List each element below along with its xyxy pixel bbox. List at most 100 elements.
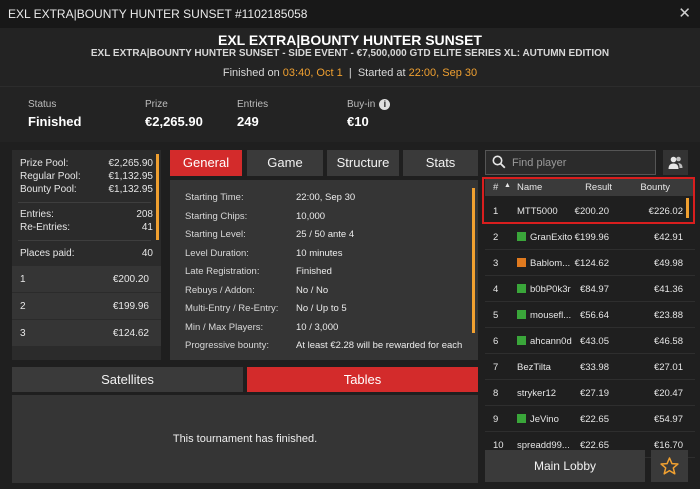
main-lobby-button[interactable]: Main Lobby: [485, 450, 645, 482]
result-bounty: €46.58: [653, 336, 683, 347]
detail-row: Starting Time: 22:00, Sep 30: [185, 192, 465, 203]
tab-tables[interactable]: Tables: [247, 367, 478, 392]
entries-value: 249: [237, 114, 259, 129]
finished-message: This tournament has finished.: [172, 433, 318, 445]
details-scrollbar[interactable]: [472, 188, 475, 333]
entries-row-label: Entries:: [20, 209, 54, 220]
window-title: EXL EXTRA|BOUNTY HUNTER SUNSET #11021850…: [8, 7, 308, 21]
detail-row: Rebuys / Addon: No / No: [185, 285, 465, 296]
player-flag-icon: [517, 336, 526, 345]
places-paid-label: Places paid:: [20, 248, 75, 259]
bounty-pool-label: Bounty Pool:: [20, 184, 77, 195]
result-rank: 7: [493, 362, 499, 373]
result-row[interactable]: 5 mousefl... €56.64 €23.88: [485, 302, 695, 328]
payout-amount: €199.96: [112, 301, 149, 312]
tournament-title: EXL EXTRA|BOUNTY HUNTER SUNSET: [218, 32, 482, 48]
prize-stat: Prize €2,265.90: [145, 99, 203, 129]
title-bar: EXL EXTRA|BOUNTY HUNTER SUNSET #11021850…: [0, 0, 700, 28]
result-amount: €43.05: [579, 336, 609, 347]
prize-pool-scrollbar[interactable]: [156, 154, 159, 240]
result-player-name: ahcann0d: [530, 336, 572, 347]
prize-value: €2,265.90: [145, 114, 203, 129]
prize-pool-label: Prize Pool:: [20, 158, 69, 169]
result-row[interactable]: 4 b0bP0k3r €84.97 €41.36: [485, 276, 695, 302]
tournament-subtitle: EXL EXTRA|BOUNTY HUNTER SUNSET - SIDE EV…: [90, 48, 610, 59]
player-flag-icon: [517, 232, 526, 241]
result-amount: €124.62: [574, 258, 609, 269]
result-row[interactable]: 2 GranExito €199.96 €42.91: [485, 224, 695, 250]
detail-label: Multi-Entry / Re-Entry:: [185, 303, 279, 314]
info-icon[interactable]: i: [379, 99, 391, 110]
result-player-name: b0bP0k3r: [530, 284, 571, 295]
detail-value: 10 minutes: [296, 248, 343, 259]
places-paid-row: Places paid: 40: [20, 248, 153, 259]
payout-place: 1: [20, 274, 26, 285]
places-paid-value: 40: [141, 248, 153, 259]
result-amount: €33.98: [579, 362, 609, 373]
finished-label: Finished on: [222, 67, 280, 79]
buyin-stat: Buy-in i €10: [347, 99, 391, 129]
tab-game[interactable]: Game: [247, 150, 323, 176]
result-player-name: stryker12: [517, 388, 557, 399]
prize-pool-value: €2,265.90: [108, 158, 154, 169]
detail-value: 10,000: [296, 211, 326, 222]
tab-general[interactable]: General: [170, 150, 242, 176]
detail-row: Late Registration: Finished: [185, 266, 465, 277]
result-bounty: €20.47: [653, 388, 683, 399]
prize-label: Prize: [145, 99, 168, 110]
tournament-stats: Status Finished Prize €2,265.90 Entries …: [0, 86, 700, 142]
general-details-panel: Starting Time: 22:00, Sep 30 Starting Chi…: [170, 180, 478, 360]
result-player-name: mousefl...: [530, 310, 572, 321]
detail-value: At least €2.28 will be rewarded for each: [296, 340, 463, 351]
result-rank: 9: [493, 414, 499, 425]
result-bounty: €41.36: [653, 284, 683, 295]
payout-row: 1 €200.20: [12, 266, 161, 292]
result-player-name: JeVino: [530, 414, 559, 425]
detail-value: No / Up to 5: [296, 303, 347, 314]
result-amount: €84.97: [579, 284, 609, 295]
result-row[interactable]: 6 ahcann0d €43.05 €46.58: [485, 328, 695, 354]
detail-row: Starting Chips: 10,000: [185, 211, 465, 222]
search-input[interactable]: Find player: [512, 157, 566, 169]
entries-row-value: 208: [136, 209, 153, 220]
tab-stats[interactable]: Stats: [403, 150, 478, 176]
status-label: Status: [28, 99, 57, 110]
player-search[interactable]: Find player: [485, 150, 656, 175]
time-separator: |: [348, 67, 352, 79]
result-row[interactable]: 8 stryker12 €27.19 €20.47: [485, 380, 695, 406]
tournament-times: Finished on 03:40, Oct 1 | Started at 22…: [0, 67, 700, 79]
close-icon[interactable]: ✕: [678, 4, 691, 22]
tab-satellites[interactable]: Satellites: [12, 367, 243, 392]
payout-amount: €200.20: [112, 274, 149, 285]
result-bounty: €23.88: [653, 310, 683, 321]
detail-row: Level Duration: 10 minutes: [185, 248, 465, 259]
bounty-pool-value: €1,132.95: [108, 184, 154, 195]
reentries-label: Re-Entries:: [20, 222, 71, 233]
detail-value: 10 / 3,000: [296, 322, 339, 333]
detail-row: Starting Level: 25 / 50 ante 4: [185, 229, 465, 240]
detail-row: Multi-Entry / Re-Entry: No / Up to 5: [185, 303, 465, 314]
detail-label: Starting Time:: [185, 192, 244, 203]
reentries-value: 41: [141, 222, 153, 233]
payout-row: 3 €124.62: [12, 320, 161, 346]
result-rank: 3: [493, 258, 499, 269]
detail-value: 22:00, Sep 30: [296, 192, 356, 203]
detail-value: 25 / 50 ante 4: [296, 229, 355, 240]
result-rank: 4: [493, 284, 499, 295]
result-row[interactable]: 9 JeVino €22.65 €54.97: [485, 406, 695, 432]
tab-structure[interactable]: Structure: [327, 150, 399, 176]
result-row[interactable]: 7 BezTilta €33.98 €27.01: [485, 354, 695, 380]
result-bounty: €42.91: [653, 232, 683, 243]
result-amount: €22.65: [579, 414, 609, 425]
buyin-label: Buy-in i: [347, 99, 391, 110]
result-row[interactable]: 3 Bablom... €124.62 €49.98: [485, 250, 695, 276]
player-flag-icon: [517, 284, 526, 293]
regular-pool-row: Regular Pool: €1,132.95: [20, 171, 153, 182]
bounty-pool-row: Bounty Pool: €1,132.95: [20, 184, 153, 195]
selected-row-highlight: [482, 177, 695, 224]
detail-label: Level Duration:: [185, 248, 249, 259]
find-friends-button[interactable]: [663, 150, 688, 175]
detail-row: Min / Max Players: 10 / 3,000: [185, 322, 465, 333]
favorite-button[interactable]: [651, 450, 688, 482]
payout-amount: €124.62: [112, 328, 149, 339]
